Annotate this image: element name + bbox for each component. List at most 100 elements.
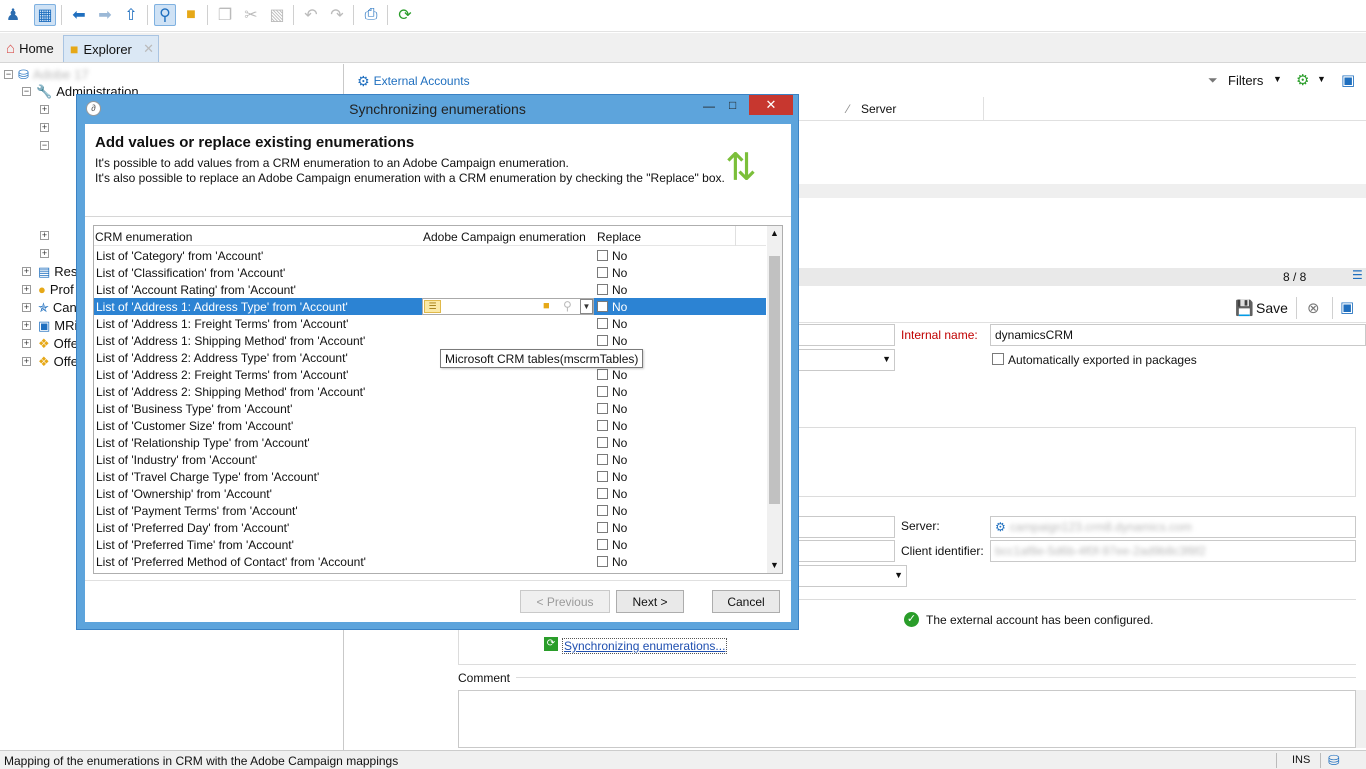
- table-row[interactable]: List of 'Travel Charge Type' from 'Accou…: [94, 468, 766, 485]
- folder-icon[interactable]: ■: [543, 300, 550, 312]
- tree-item[interactable]: ● Prof: [38, 281, 74, 298]
- table-row[interactable]: List of 'Address 2: Shipping Method' fro…: [94, 383, 766, 400]
- cut-icon[interactable]: ✂: [240, 4, 262, 26]
- auto-export-checkbox[interactable]: [992, 353, 1004, 365]
- maximize-icon[interactable]: ▣: [1340, 298, 1354, 316]
- replace-checkbox[interactable]: [597, 488, 608, 499]
- deployment-select[interactable]: ▼: [797, 565, 907, 587]
- next-button[interactable]: Next >: [616, 590, 684, 613]
- tree-item[interactable]: ❖ Offe: [38, 353, 78, 370]
- replace-checkbox[interactable]: [597, 505, 608, 516]
- scrollbar-thumb[interactable]: [769, 256, 780, 504]
- expand-icon[interactable]: +: [40, 231, 49, 240]
- table-row[interactable]: List of 'Industry' from 'Account' No: [94, 451, 766, 468]
- replace-checkbox[interactable]: [597, 301, 608, 312]
- expand-icon[interactable]: +: [22, 339, 31, 348]
- column-server[interactable]: Server: [861, 102, 896, 116]
- column-crm-enumeration[interactable]: CRM enumeration: [95, 230, 192, 244]
- replace-checkbox[interactable]: [597, 522, 608, 533]
- replace-checkbox[interactable]: [597, 335, 608, 346]
- tree-item[interactable]: ▤ Res: [38, 263, 77, 280]
- back-icon[interactable]: ⬅: [68, 4, 90, 26]
- tab-home[interactable]: ⌂ Home: [0, 35, 60, 62]
- ac-enumeration-editor[interactable]: ☰ ■ ⚲ ▼: [422, 298, 594, 315]
- grid-scrollbar[interactable]: ▲ ▼: [767, 226, 782, 573]
- expand-icon[interactable]: +: [22, 303, 31, 312]
- refresh-icon[interactable]: ⟳: [394, 4, 416, 26]
- expand-icon[interactable]: +: [40, 105, 49, 114]
- expand-icon[interactable]: +: [40, 249, 49, 258]
- internal-name-field[interactable]: dynamicsCRM: [990, 324, 1366, 346]
- table-row[interactable]: List of 'Account Rating' from 'Account' N…: [94, 281, 766, 298]
- label-field[interactable]: [797, 324, 895, 346]
- table-row[interactable]: List of 'Ownership' from 'Account' No: [94, 485, 766, 502]
- tree-item[interactable]: ▣ MRi: [38, 317, 77, 334]
- cancel-button[interactable]: Cancel: [712, 590, 780, 613]
- replace-checkbox[interactable]: [597, 437, 608, 448]
- expand-icon[interactable]: +: [22, 267, 31, 276]
- replace-checkbox[interactable]: [597, 556, 608, 567]
- expand-icon[interactable]: +: [22, 321, 31, 330]
- table-row[interactable]: List of 'Address 1: Address Type' from '…: [94, 298, 766, 315]
- tree-item[interactable]: ✯ Can: [38, 299, 77, 316]
- replace-checkbox[interactable]: [597, 386, 608, 397]
- table-row[interactable]: List of 'Classification' from 'Account' N…: [94, 264, 766, 281]
- open-folder-icon[interactable]: ■: [180, 4, 202, 26]
- table-row[interactable]: List of 'Business Type' from 'Account' No: [94, 400, 766, 417]
- client-id-field[interactable]: bcc1af8e-5d6b-4f0f-97ee-2ad9b8c3f8f2: [990, 540, 1356, 562]
- forward-icon[interactable]: ➡: [94, 4, 116, 26]
- tab-explorer[interactable]: ■ Explorer ✕: [63, 35, 159, 62]
- chevron-down-icon[interactable]: ▼: [1317, 74, 1326, 84]
- sync-enumerations-link[interactable]: Synchronizing enumerations...: [562, 638, 728, 654]
- print-icon[interactable]: ⎙: [360, 4, 382, 26]
- replace-checkbox[interactable]: [597, 284, 608, 295]
- replace-checkbox[interactable]: [597, 369, 608, 380]
- expand-icon[interactable]: +: [40, 123, 49, 132]
- new-user-icon[interactable]: ♟: [2, 4, 24, 26]
- replace-checkbox[interactable]: [597, 454, 608, 465]
- filters-button[interactable]: Filters: [1228, 73, 1263, 88]
- paste-icon[interactable]: ▧: [266, 4, 288, 26]
- search-icon[interactable]: ⚲: [563, 299, 572, 313]
- save-button[interactable]: Save: [1256, 300, 1288, 316]
- collapse-icon[interactable]: −: [22, 87, 31, 96]
- close-icon[interactable]: ✕: [749, 95, 793, 115]
- tree-item[interactable]: ❖ Offe: [38, 335, 78, 352]
- replace-checkbox[interactable]: [597, 250, 608, 261]
- maximize-icon[interactable]: ▣: [1341, 71, 1355, 89]
- redo-icon[interactable]: ↷: [326, 4, 348, 26]
- column-ac-enumeration[interactable]: Adobe Campaign enumeration: [423, 230, 586, 244]
- table-row[interactable]: List of 'Category' from 'Account' No: [94, 247, 766, 264]
- list-icon[interactable]: ☰: [424, 300, 441, 313]
- account-field[interactable]: [797, 516, 895, 538]
- minimize-icon[interactable]: —: [703, 99, 715, 113]
- expand-icon[interactable]: +: [22, 357, 31, 366]
- table-row[interactable]: List of 'Address 2: Address Type' from '…: [94, 349, 766, 366]
- table-row[interactable]: List of 'Relationship Type' from 'Accoun…: [94, 434, 766, 451]
- table-row[interactable]: List of 'Preferred Day' from 'Account' No: [94, 519, 766, 536]
- replace-checkbox[interactable]: [597, 471, 608, 482]
- expand-icon[interactable]: +: [22, 285, 31, 294]
- replace-checkbox[interactable]: [597, 267, 608, 278]
- replace-checkbox[interactable]: [597, 539, 608, 550]
- table-row[interactable]: List of 'Customer Size' from 'Account' No: [94, 417, 766, 434]
- previous-button[interactable]: < Previous: [520, 590, 610, 613]
- explorer-view-icon[interactable]: ▦: [34, 4, 56, 26]
- undo-icon[interactable]: ↶: [300, 4, 322, 26]
- replace-checkbox[interactable]: [597, 403, 608, 414]
- table-row[interactable]: List of 'Preferred Method of Contact' fr…: [94, 553, 766, 570]
- replace-checkbox[interactable]: [597, 318, 608, 329]
- new-account-icon[interactable]: ⚙: [1296, 71, 1309, 89]
- close-circle-icon[interactable]: ⊗: [1307, 299, 1320, 317]
- replace-checkbox[interactable]: [597, 420, 608, 431]
- column-replace[interactable]: Replace: [597, 230, 641, 244]
- tree-root[interactable]: ⛁ Adobe 17: [18, 66, 89, 83]
- table-row[interactable]: List of 'Address 1: Shipping Method' fro…: [94, 332, 766, 349]
- chevron-down-icon[interactable]: ▼: [1273, 74, 1282, 84]
- close-icon[interactable]: ✕: [143, 41, 154, 57]
- up-folder-icon[interactable]: ⇧: [120, 4, 142, 26]
- maximize-icon[interactable]: □: [729, 98, 736, 112]
- comment-field[interactable]: [458, 690, 1356, 748]
- scrollbar[interactable]: [1356, 690, 1366, 748]
- menu-icon[interactable]: ☰: [1352, 268, 1363, 282]
